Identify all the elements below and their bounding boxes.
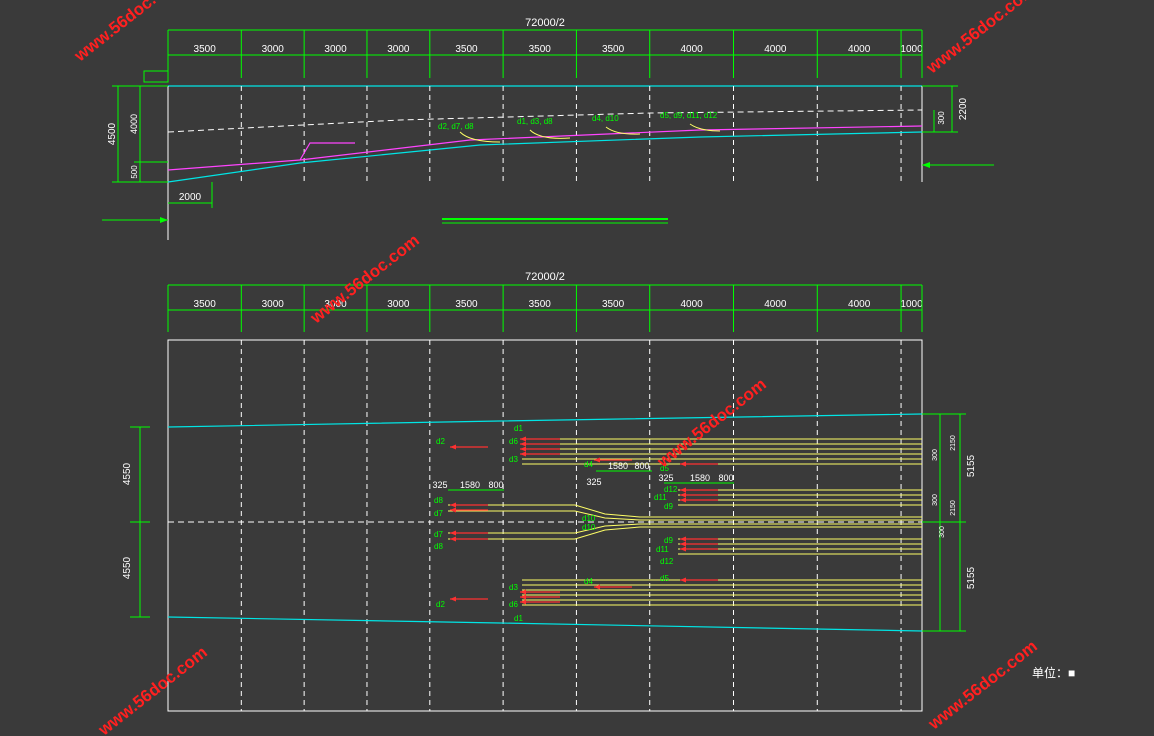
tendon-label: d12 (660, 557, 674, 566)
elevation-anchor-label: d4, d10 (592, 114, 619, 123)
elevation-right-small: 300 (937, 111, 946, 125)
elevation-anchor-label: d2, d7, d8 (438, 122, 474, 131)
segment-dimension: 3000 (324, 44, 347, 55)
detail-dim: 800 (634, 461, 649, 471)
segment-dimension: 3000 (387, 44, 410, 55)
segment-dimension: 3500 (529, 44, 552, 55)
segment-dimension: 3500 (455, 44, 478, 55)
detail-dim: 1580 (608, 461, 628, 471)
tendon-label: d11 (656, 545, 669, 554)
segment-dimension: 4000 (680, 44, 703, 55)
cad-drawing: 72000/2 3500 3000 3000 3000 3500 3500 3500 4000… (0, 0, 1154, 736)
tendon-label: d4 (584, 577, 593, 586)
tendon-label: d7 (434, 530, 443, 539)
tendon-label: d6 (509, 437, 518, 446)
tendon-label: d2 (436, 600, 445, 609)
detail-dim: 325 (432, 480, 447, 490)
segment-dimension: 3500 (194, 299, 217, 310)
elevation-bottom-dim: 2000 (179, 192, 202, 203)
unit-label: 单位：■ (1032, 665, 1075, 680)
detail-dim: 325 (658, 473, 673, 483)
plan-right-small-dim: 300 (932, 449, 939, 461)
tendon-label: d11 (654, 493, 667, 502)
segment-dimension: 1000 (900, 299, 923, 310)
tendon-label: d9 (664, 536, 673, 545)
plan-right-small-dim: 300 (932, 494, 939, 506)
elevation-anchor-label: d5, d9, d11, d12 (660, 111, 718, 120)
tendon-label: d6 (509, 600, 518, 609)
elevation-left-total: 4500 (107, 122, 118, 145)
elevation-total-dim-text: 72000/2 (525, 17, 565, 29)
segment-dimension: 3500 (529, 299, 552, 310)
plan-left-lower-dim: 4550 (122, 556, 133, 579)
plan-right-small-dim: 300 (939, 526, 946, 538)
segment-dimension: 3500 (602, 299, 625, 310)
segment-dimension: 3000 (262, 44, 285, 55)
plan-right-upper-dim: 5155 (966, 454, 977, 477)
segment-dimension: 4000 (764, 299, 787, 310)
detail-dim: 325 (586, 477, 601, 487)
elevation-right-total: 2200 (958, 97, 969, 120)
plan-total-dim-text: 72000/2 (525, 271, 565, 283)
tendon-label: d10 (582, 523, 596, 532)
segment-dimension: 1000 (900, 44, 923, 55)
tendon-label: d3 (509, 583, 518, 592)
segment-dimension: 4000 (848, 44, 871, 55)
segment-dimension: 3000 (262, 299, 285, 310)
elevation-left-upper: 4000 (129, 114, 139, 134)
segment-dimension: 3000 (387, 299, 410, 310)
plan-right-small-dim: 2150 (950, 500, 957, 516)
tendon-label: d3 (509, 455, 518, 464)
tendon-label: d8 (434, 542, 443, 551)
tendon-label: d8 (434, 496, 443, 505)
elevation-left-lower: 500 (130, 165, 139, 179)
segment-dimension: 3500 (455, 299, 478, 310)
canvas-background (0, 0, 1154, 736)
plan-left-upper-dim: 4550 (122, 462, 133, 485)
segment-dimension: 4000 (680, 299, 703, 310)
tendon-label: d5 (660, 574, 669, 583)
segment-dimension: 3500 (602, 44, 625, 55)
tendon-label: d9 (664, 502, 673, 511)
detail-dim: 1580 (460, 480, 480, 490)
detail-dim: 800 (718, 473, 733, 483)
tendon-label: d1 (514, 424, 523, 433)
segment-dimension: 3500 (194, 44, 217, 55)
detail-dim: 1580 (690, 473, 710, 483)
tendon-label: d4 (584, 460, 593, 469)
tendon-label: d1 (514, 614, 523, 623)
tendon-label: d7 (434, 509, 443, 518)
tendon-label: d2 (436, 437, 445, 446)
segment-dimension: 4000 (764, 44, 787, 55)
plan-right-small-dim: 2150 (950, 435, 957, 451)
elevation-anchor-label: d1, d3, d8 (517, 117, 553, 126)
tendon-label: d10 (582, 514, 596, 523)
plan-right-lower-dim: 5155 (966, 566, 977, 589)
detail-dim: 800 (488, 480, 503, 490)
segment-dimension: 4000 (848, 299, 871, 310)
